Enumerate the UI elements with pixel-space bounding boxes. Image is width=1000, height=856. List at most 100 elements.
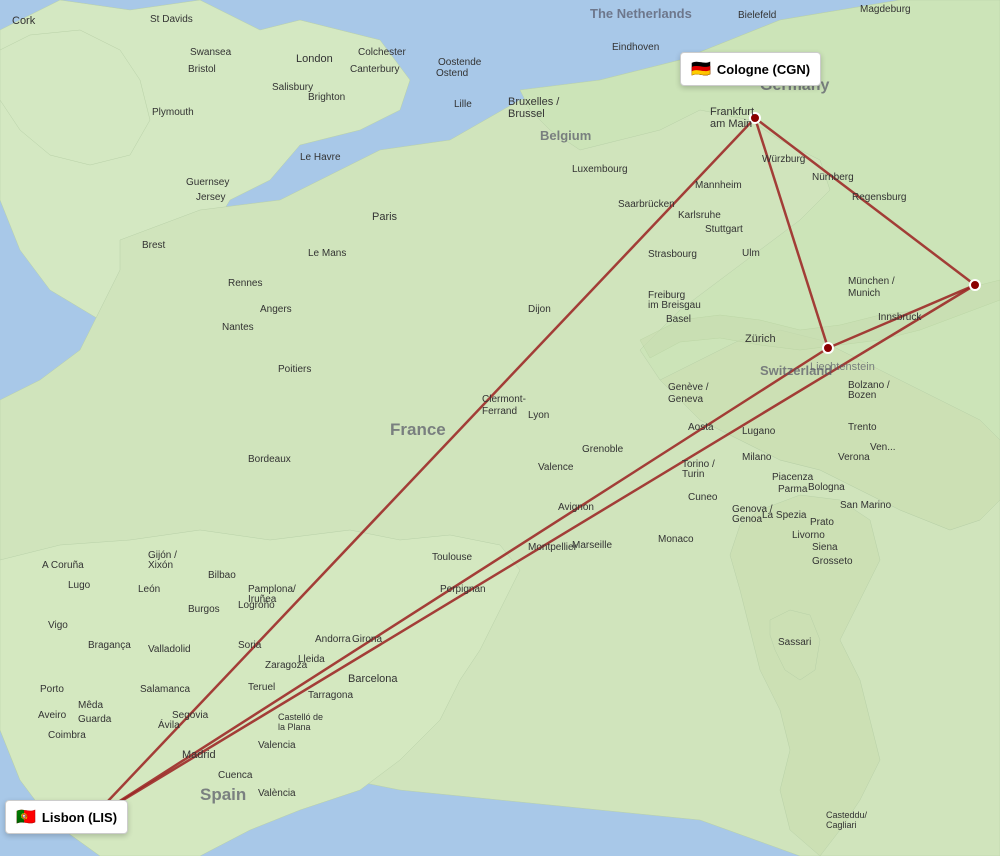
svg-text:Verona: Verona	[838, 452, 870, 463]
svg-text:Mannheim: Mannheim	[695, 180, 742, 191]
svg-text:Casteddu/: Casteddu/	[826, 810, 868, 820]
svg-text:Oostende: Oostende	[438, 57, 482, 68]
svg-text:Munich: Munich	[848, 288, 880, 299]
svg-text:Salisbury: Salisbury	[272, 82, 313, 93]
svg-text:Turin: Turin	[682, 469, 704, 480]
svg-text:Livorno: Livorno	[792, 530, 825, 541]
svg-text:Monaco: Monaco	[658, 534, 694, 545]
svg-text:Brighton: Brighton	[308, 92, 345, 103]
svg-text:Salamanca: Salamanca	[140, 684, 190, 695]
svg-text:Girona: Girona	[352, 634, 382, 645]
svg-text:Poitiers: Poitiers	[278, 364, 311, 375]
svg-text:Siena: Siena	[812, 542, 838, 553]
svg-text:Bielefeld: Bielefeld	[738, 10, 776, 21]
svg-text:Colchester: Colchester	[358, 47, 406, 58]
svg-text:Cagliari: Cagliari	[826, 820, 857, 830]
svg-text:Guernsey: Guernsey	[186, 177, 229, 188]
svg-text:Le Havre: Le Havre	[300, 152, 341, 163]
lisbon-airport-label: 🇵🇹 Lisbon (LIS)	[5, 800, 128, 834]
svg-text:Lyon: Lyon	[528, 410, 549, 421]
svg-text:Guarda: Guarda	[78, 714, 112, 725]
portugal-flag: 🇵🇹	[16, 807, 36, 827]
svg-text:The Netherlands: The Netherlands	[590, 6, 692, 21]
svg-text:Bilbao: Bilbao	[208, 570, 236, 581]
svg-text:Sassari: Sassari	[778, 637, 811, 648]
svg-text:Brest: Brest	[142, 240, 166, 251]
svg-text:Ferrand: Ferrand	[482, 406, 517, 417]
svg-text:Perpignan: Perpignan	[440, 584, 486, 595]
svg-text:Tarragona: Tarragona	[308, 690, 353, 701]
svg-text:Xixón: Xixón	[148, 560, 173, 571]
svg-text:Paris: Paris	[372, 211, 398, 223]
svg-text:Basel: Basel	[666, 314, 691, 325]
svg-text:Genoa: Genoa	[732, 514, 762, 525]
svg-text:Canterbury: Canterbury	[350, 64, 399, 75]
svg-text:Lleida: Lleida	[298, 654, 325, 665]
svg-text:Ávila: Ávila	[158, 718, 180, 731]
svg-text:St Davids: St Davids	[150, 14, 193, 25]
svg-text:Würzburg: Würzburg	[762, 154, 805, 165]
germany-flag: 🇩🇪	[691, 59, 711, 79]
svg-text:Cork: Cork	[12, 15, 36, 27]
svg-text:Valence: Valence	[538, 462, 574, 473]
svg-text:Madrid: Madrid	[182, 749, 216, 761]
svg-text:Castelló de: Castelló de	[278, 712, 323, 722]
svg-text:Stuttgart: Stuttgart	[705, 224, 743, 235]
svg-text:Clermont-: Clermont-	[482, 394, 526, 405]
map-container: Belgium Germany France Switzerland The N…	[0, 0, 1000, 856]
svg-text:Bragança: Bragança	[88, 640, 131, 651]
svg-text:Saarbrücken: Saarbrücken	[618, 199, 675, 210]
svg-text:Nürnberg: Nürnberg	[812, 172, 854, 183]
svg-text:Parma: Parma	[778, 484, 808, 495]
svg-text:Strasbourg: Strasbourg	[648, 249, 697, 260]
svg-text:Lille: Lille	[454, 99, 472, 110]
svg-text:Nantes: Nantes	[222, 322, 254, 333]
svg-text:Karlsruhe: Karlsruhe	[678, 210, 721, 221]
svg-text:Soria: Soria	[238, 640, 262, 651]
svg-text:Logroño: Logroño	[238, 600, 275, 611]
cologne-airport-name: Cologne (CGN)	[717, 62, 810, 77]
svg-text:Lugano: Lugano	[742, 426, 776, 437]
svg-text:London: London	[296, 53, 333, 65]
cologne-airport-label: 🇩🇪 Cologne (CGN)	[680, 52, 821, 86]
svg-text:Brussel: Brussel	[508, 108, 545, 120]
svg-text:Grenoble: Grenoble	[582, 444, 624, 455]
svg-text:A Coruña: A Coruña	[42, 560, 84, 571]
svg-text:Cuenca: Cuenca	[218, 770, 253, 781]
svg-text:Frankfurt: Frankfurt	[710, 106, 754, 118]
map-background: Belgium Germany France Switzerland The N…	[0, 0, 1000, 856]
svg-text:Rennes: Rennes	[228, 278, 262, 289]
svg-text:Grosseto: Grosseto	[812, 556, 853, 567]
svg-text:Milano: Milano	[742, 452, 772, 463]
svg-text:Cuneo: Cuneo	[688, 492, 718, 503]
svg-text:Coimbra: Coimbra	[48, 730, 86, 741]
svg-text:Ven...: Ven...	[870, 442, 896, 453]
svg-text:la Plana: la Plana	[278, 722, 311, 732]
svg-text:Geneva: Geneva	[668, 394, 703, 405]
svg-text:München /: München /	[848, 276, 895, 287]
svg-text:Swansea: Swansea	[190, 47, 232, 58]
svg-text:Ulm: Ulm	[742, 248, 760, 259]
svg-text:Bordeaux: Bordeaux	[248, 454, 291, 465]
svg-text:Mêda: Mêda	[78, 700, 103, 711]
svg-text:Regensburg: Regensburg	[852, 192, 906, 203]
svg-text:Liechtenstein: Liechtenstein	[810, 361, 875, 373]
svg-text:Dijon: Dijon	[528, 304, 551, 315]
svg-text:Genève /: Genève /	[668, 382, 709, 393]
svg-text:am Main: am Main	[710, 118, 752, 130]
svg-text:Burgos: Burgos	[188, 604, 220, 615]
svg-text:Prato: Prato	[810, 517, 834, 528]
svg-text:Valencia: Valencia	[258, 740, 296, 751]
svg-text:Toulouse: Toulouse	[432, 552, 472, 563]
svg-text:San Marino: San Marino	[840, 500, 892, 511]
svg-text:Bozen: Bozen	[848, 390, 876, 401]
svg-text:Angers: Angers	[260, 304, 292, 315]
svg-text:València: València	[258, 788, 296, 799]
svg-text:La Spezia: La Spezia	[762, 510, 807, 521]
lisbon-airport-name: Lisbon (LIS)	[42, 810, 117, 825]
svg-text:Magdeburg: Magdeburg	[860, 4, 911, 15]
svg-text:France: France	[390, 420, 446, 439]
svg-text:Bruxelles /: Bruxelles /	[508, 96, 560, 108]
svg-text:Trento: Trento	[848, 422, 877, 433]
svg-text:Plymouth: Plymouth	[152, 107, 194, 118]
